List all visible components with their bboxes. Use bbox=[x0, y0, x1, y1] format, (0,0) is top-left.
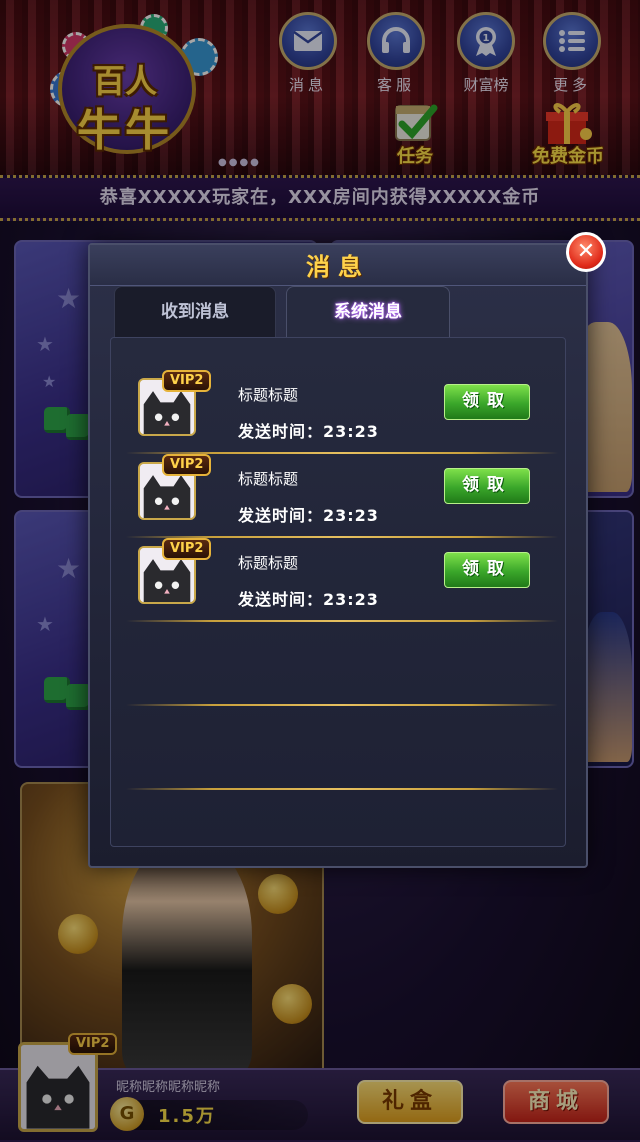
message-time: 发送时间：23:23 bbox=[238, 422, 379, 441]
close-icon: ✕ bbox=[576, 239, 596, 264]
claim-button[interactable]: 领取 bbox=[444, 468, 530, 504]
claim-button[interactable]: 领取 bbox=[444, 552, 530, 588]
message-row: VIP2 标题标题 发送时间：23:23 领取 bbox=[126, 454, 558, 538]
message-row: VIP2 标题标题 发送时间：23:23 领取 bbox=[126, 370, 558, 454]
message-row: VIP2 标题标题 发送时间：23:23 领取 bbox=[126, 538, 558, 622]
row-divider bbox=[126, 704, 558, 706]
message-time: 发送时间：23:23 bbox=[238, 506, 379, 525]
tab-received-messages[interactable]: 收到消息 bbox=[114, 286, 276, 338]
message-title: 标题标题 bbox=[238, 470, 299, 488]
row-divider bbox=[126, 788, 558, 790]
message-title: 标题标题 bbox=[238, 554, 299, 572]
message-time: 发送时间：23:23 bbox=[238, 590, 379, 609]
dialog-title: 消息 bbox=[306, 253, 370, 281]
vip-badge: VIP2 bbox=[162, 370, 212, 392]
dialog-header: 消息 bbox=[90, 245, 586, 286]
row-divider bbox=[126, 620, 558, 622]
claim-button[interactable]: 领取 bbox=[444, 384, 530, 420]
close-button[interactable]: ✕ bbox=[566, 232, 606, 272]
vip-badge: VIP2 bbox=[162, 538, 212, 560]
message-title: 标题标题 bbox=[238, 386, 299, 404]
vip-badge: VIP2 bbox=[162, 454, 212, 476]
tab-system-messages[interactable]: 系统消息 bbox=[286, 286, 450, 338]
